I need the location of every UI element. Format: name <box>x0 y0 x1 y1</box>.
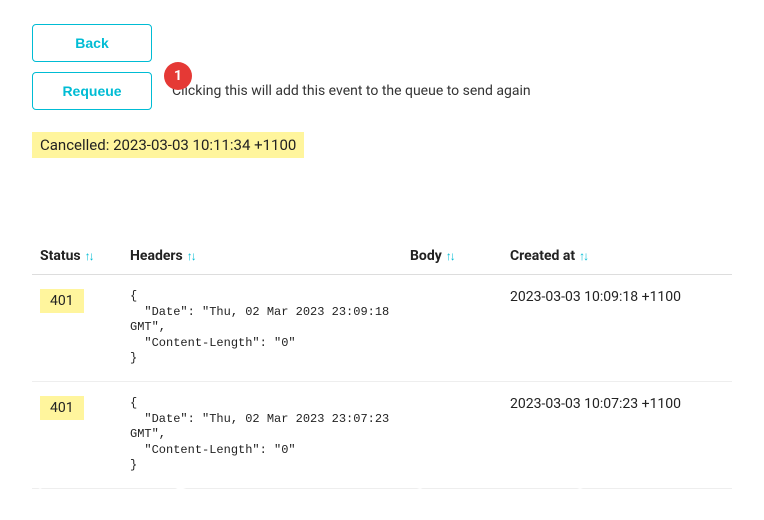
cancelled-banner: Cancelled: 2023-03-03 10:11:34 +1100 <box>32 132 304 158</box>
headers-code: { "Date": "Thu, 02 Mar 2023 23:07:23 GMT… <box>130 396 390 474</box>
headers-code: { "Date": "Thu, 02 Mar 2023 23:09:18 GMT… <box>130 289 390 367</box>
col-headers-label: Headers <box>130 248 183 264</box>
sort-icon[interactable]: ↑↓ <box>446 249 454 263</box>
events-table: Status ↑↓ Headers ↑↓ Body ↑↓ Created at ↑↓ 4… <box>32 238 732 489</box>
col-body-label: Body <box>410 248 442 264</box>
sort-icon[interactable]: ↑↓ <box>85 249 93 263</box>
sort-icon[interactable]: ↑↓ <box>579 249 587 263</box>
requeue-caption: Clicking this will add this event to the… <box>172 83 531 99</box>
body-cell <box>402 275 502 382</box>
back-button[interactable]: Back <box>32 24 152 62</box>
sort-icon[interactable]: ↑↓ <box>187 249 195 263</box>
col-body-header[interactable]: Body ↑↓ <box>402 238 502 275</box>
status-badge: 401 <box>40 396 84 420</box>
col-status-label: Status <box>40 248 81 264</box>
col-status-header[interactable]: Status ↑↓ <box>32 238 122 275</box>
requeue-button[interactable]: Requeue <box>32 72 152 110</box>
col-created-header[interactable]: Created at ↑↓ <box>502 238 732 275</box>
col-headers-header[interactable]: Headers ↑↓ <box>122 238 402 275</box>
annotation-marker-1: 1 <box>164 62 192 90</box>
table-row: 401 { "Date": "Thu, 02 Mar 2023 23:09:18… <box>32 275 732 382</box>
created-at-cell: 2023-03-03 10:09:18 +1100 <box>502 275 732 382</box>
created-at-cell: 2023-03-03 10:07:23 +1100 <box>502 381 732 488</box>
col-created-label: Created at <box>510 248 575 264</box>
body-cell <box>402 381 502 488</box>
status-badge: 401 <box>40 289 84 313</box>
table-row: 401 { "Date": "Thu, 02 Mar 2023 23:07:23… <box>32 381 732 488</box>
